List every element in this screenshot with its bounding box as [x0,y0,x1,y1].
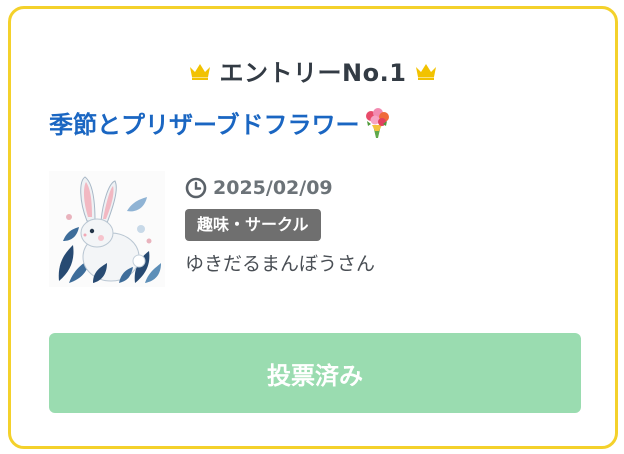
rabbit-illustration [49,171,165,287]
post-thumbnail[interactable] [49,171,165,287]
entry-header: エントリーNo.1 [11,53,615,88]
crown-icon [189,63,210,80]
author-name[interactable]: ゆきだるまんぼうさん [185,249,375,276]
category-badge[interactable]: 趣味・サークル [185,209,321,241]
entry-number-label: エントリーNo.1 [219,59,407,87]
date-row: 2025/02/09 [185,175,375,201]
vote-button[interactable]: 投票済み [49,333,581,413]
entry-card: エントリーNo.1 季節とプリザーブドフラワー 2025/02/09 趣味・サー… [8,6,618,449]
post-title[interactable]: 季節とプリザーブドフラワー [49,105,392,140]
post-date: 2025/02/09 [213,177,333,199]
clock-icon [185,177,207,199]
post-meta: 2025/02/09 趣味・サークル ゆきだるまんぼうさん [185,175,375,276]
post-title-link[interactable]: 季節とプリザーブドフラワー [49,105,360,140]
crown-icon [416,63,437,80]
bouquet-icon [365,107,389,138]
